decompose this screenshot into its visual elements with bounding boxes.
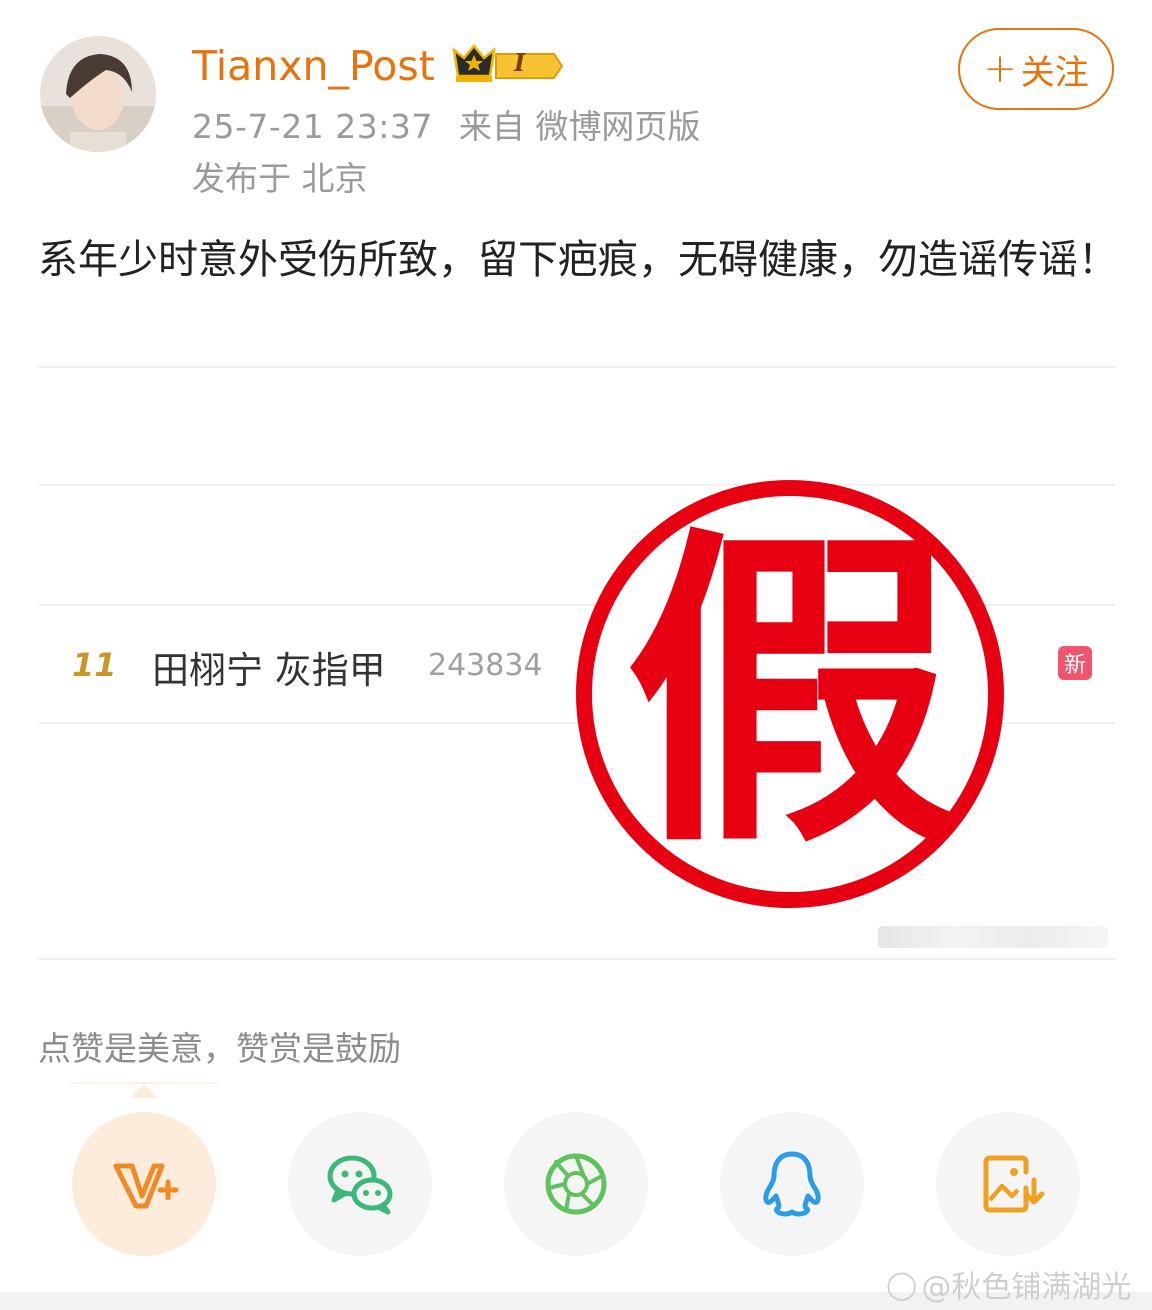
- divider: [38, 366, 1116, 368]
- share-row: [0, 1112, 1152, 1258]
- member-crown-badge[interactable]: I: [450, 42, 568, 86]
- wechat-button[interactable]: [288, 1112, 432, 1256]
- badge-level: I: [514, 48, 526, 77]
- wechat-icon: [327, 1155, 393, 1215]
- post-meta: 25-7-21 23:37 来自 微博网页版: [192, 104, 700, 150]
- watermark-text: @秋色铺满湖光: [921, 1270, 1132, 1305]
- qq-button[interactable]: [720, 1112, 864, 1256]
- follow-label: 关注: [1020, 52, 1089, 93]
- trend-count: 243834: [428, 648, 543, 683]
- plus-icon: +: [983, 46, 1017, 92]
- post-source[interactable]: 来自 微博网页版: [459, 107, 701, 146]
- post-image[interactable]: 11 田栩宁 灰指甲 243834 新 假: [38, 366, 1116, 966]
- follow-button[interactable]: + 关注: [958, 28, 1114, 110]
- stamp-text: 假: [625, 502, 955, 886]
- timestamp: 25-7-21 23:37: [192, 107, 433, 146]
- post-location: 发布于 北京: [192, 159, 368, 198]
- trend-rank: 11: [72, 646, 117, 684]
- avatar[interactable]: [40, 36, 156, 152]
- vplus-icon: [113, 1163, 179, 1209]
- reward-text: 点赞是美意，赞赏是鼓励: [38, 1029, 401, 1068]
- watermark: ◯ @秋色铺满湖光: [886, 1262, 1131, 1306]
- new-badge: 新: [1058, 646, 1092, 680]
- save-image-icon: [983, 1155, 1045, 1213]
- trend-title: 田栩宁 灰指甲: [152, 649, 386, 692]
- fake-stamp: 假: [570, 474, 1010, 914]
- tip-arrow: [130, 1084, 158, 1098]
- moments-button[interactable]: [504, 1112, 648, 1256]
- qq-icon: [763, 1151, 821, 1217]
- divider: [38, 958, 1116, 960]
- username[interactable]: Tianxn_Post: [192, 40, 435, 92]
- moments-icon: [545, 1153, 607, 1215]
- post-text: 系年少时意外受伤所致，留下疤痕，无碍健康，勿造谣传谣！: [38, 237, 1118, 283]
- blurred-text: [878, 926, 1108, 948]
- vplus-button[interactable]: [72, 1112, 216, 1256]
- weibo-logo-icon: ◯: [886, 1267, 918, 1301]
- save-image-button[interactable]: [936, 1112, 1080, 1256]
